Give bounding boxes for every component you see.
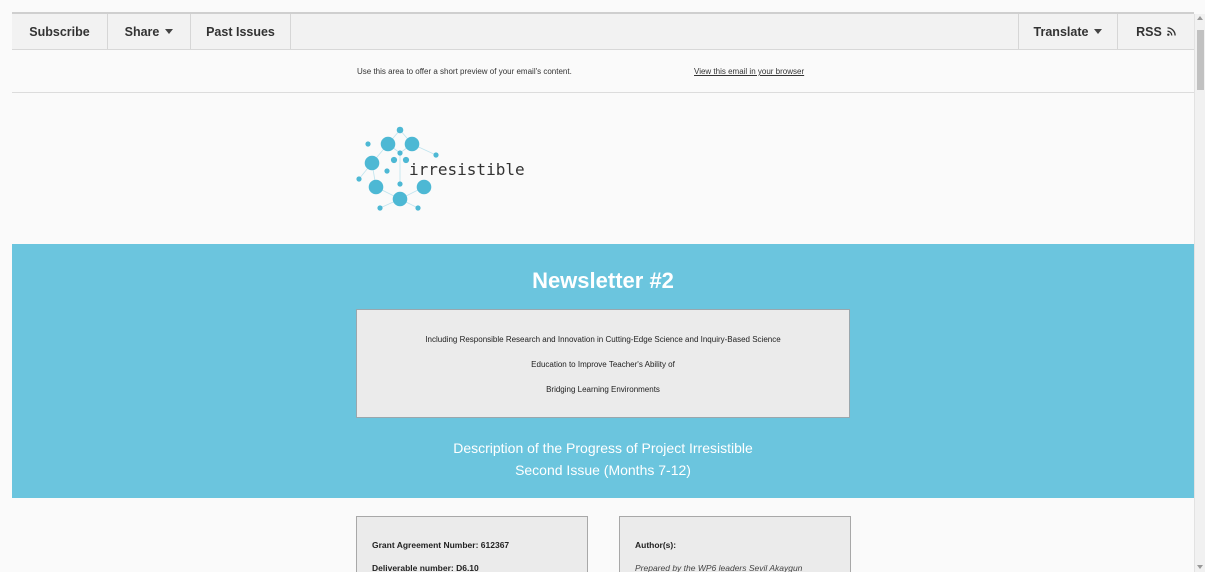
navbar-spacer (291, 14, 1018, 49)
subtitle-box: Including Responsible Research and Innov… (356, 309, 850, 418)
subscribe-label: Subscribe (29, 24, 90, 39)
subscribe-button[interactable]: Subscribe (12, 14, 108, 49)
content-area: Grant Agreement Number: 612367 Deliverab… (12, 498, 1194, 572)
authors-text: Prepared by the WP6 leaders Sevil Akaygu… (635, 563, 803, 572)
share-button[interactable]: Share (108, 14, 191, 49)
author-card: Author(s): Prepared by the WP6 leaders S… (619, 516, 851, 572)
description-line: Description of the Progress of Project I… (453, 440, 753, 456)
logo-wordmark: irresistible (409, 160, 525, 179)
authors-heading: Author(s): (635, 540, 677, 550)
newsletter-title: Newsletter #2 (532, 268, 674, 293)
past-issues-label: Past Issues (206, 24, 275, 39)
share-label: Share (124, 24, 160, 39)
preview-text: Use this area to offer a short preview o… (357, 67, 572, 76)
grant-info-card: Grant Agreement Number: 612367 Deliverab… (356, 516, 588, 572)
vertical-scrollbar[interactable] (1194, 14, 1205, 572)
rss-icon (1166, 27, 1176, 36)
rss-label: RSS (1136, 24, 1162, 39)
subtitle-line: Bridging Learning Environments (546, 385, 660, 394)
deliverable-number: Deliverable number: D6.10 (372, 563, 479, 572)
translate-button[interactable]: Translate (1018, 14, 1117, 49)
translate-label: Translate (1033, 24, 1089, 39)
view-in-browser-link[interactable]: View this email in your browser (694, 67, 804, 76)
preview-bar: Use this area to offer a short preview o… (12, 50, 1194, 93)
past-issues-button[interactable]: Past Issues (191, 14, 291, 49)
top-navbar: Subscribe Share Past Issues Translate RS… (12, 14, 1194, 50)
subtitle-line: Education to Improve Teacher's Ability o… (531, 360, 675, 369)
rss-button[interactable]: RSS (1117, 14, 1194, 49)
chevron-down-icon (165, 29, 174, 34)
scroll-up-arrow-icon[interactable] (1197, 16, 1203, 20)
grant-number: Grant Agreement Number: 612367 (372, 540, 510, 550)
issue-description: Description of the Progress of Project I… (12, 437, 1194, 481)
chevron-down-icon (1094, 29, 1103, 34)
newsletter-hero: Newsletter #2 Including Responsible Rese… (12, 244, 1194, 498)
logo-area: irresistible (12, 94, 1194, 244)
issue-line: Second Issue (Months 7-12) (515, 462, 691, 478)
scroll-down-arrow-icon[interactable] (1197, 565, 1203, 569)
scroll-thumb[interactable] (1197, 30, 1204, 90)
subtitle-line: Including Responsible Research and Innov… (425, 335, 781, 344)
